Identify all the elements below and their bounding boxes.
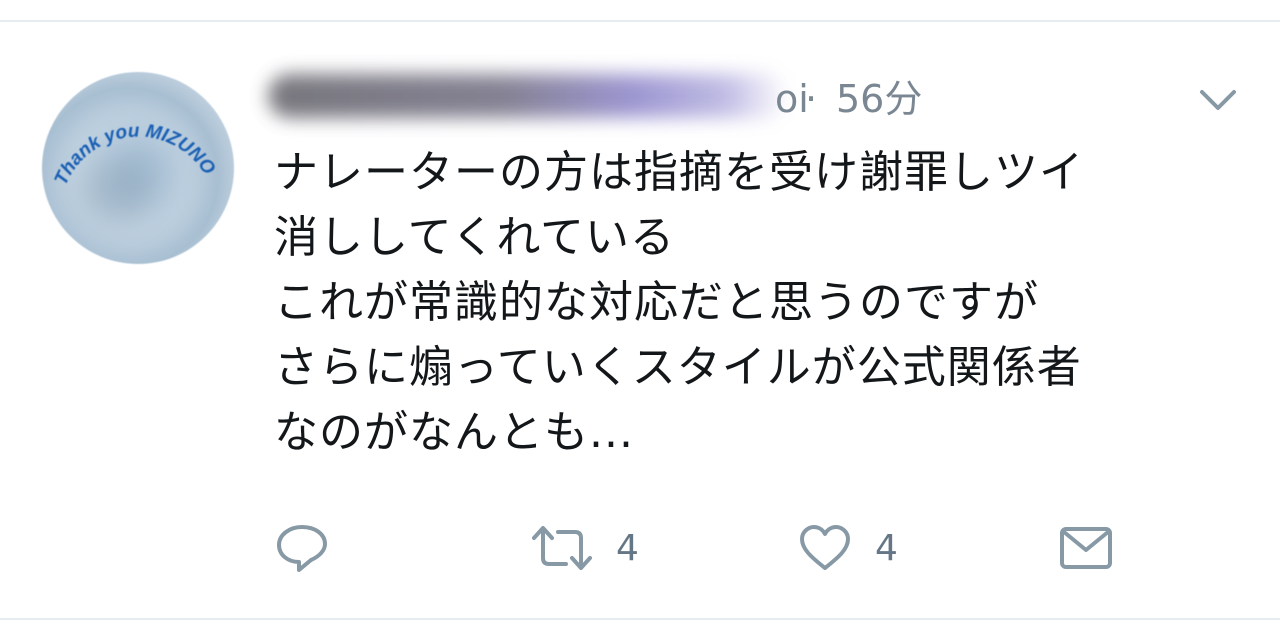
avatar[interactable]: Thank you MIZUNO	[42, 72, 234, 264]
tweet-line: ナレーターの方は指摘を受け謝罪しツイ	[274, 147, 1084, 198]
tweet-text: ナレーターの方は指摘を受け謝罪しツイ 消ししてくれている これが常識的な対応だと…	[274, 140, 1254, 465]
retweet-count: 4	[616, 527, 639, 569]
like-button[interactable]: 4	[797, 520, 898, 576]
bottom-divider	[0, 618, 1280, 620]
meta-separator: ·	[805, 77, 818, 121]
envelope-icon	[1060, 527, 1112, 569]
reply-button[interactable]	[274, 520, 330, 576]
svg-text:Thank you MIZUNO: Thank you MIZUNO	[51, 120, 219, 188]
like-count: 4	[875, 527, 898, 569]
retweet-icon	[532, 526, 592, 570]
handle-suffix[interactable]: oi	[775, 74, 809, 124]
direct-message-button[interactable]	[1058, 520, 1114, 576]
tweet-line: なのがなんとも...	[274, 407, 634, 458]
redacted-username[interactable]	[268, 74, 788, 118]
tweet-line: これが常識的な対応だと思うのですが	[274, 277, 1039, 328]
reply-icon	[277, 525, 327, 572]
top-divider	[0, 20, 1280, 22]
chevron-down-icon[interactable]	[1196, 84, 1240, 116]
avatar-ring-text: Thank you MIZUNO	[51, 120, 219, 188]
retweet-button[interactable]: 4	[530, 520, 639, 576]
tweet-line: さらに煽っていくスタイルが公式関係者	[274, 342, 1082, 393]
tweet-timestamp[interactable]: 56分	[836, 74, 922, 124]
heart-icon	[800, 525, 850, 570]
tweet-line: 消ししてくれている	[274, 212, 676, 263]
